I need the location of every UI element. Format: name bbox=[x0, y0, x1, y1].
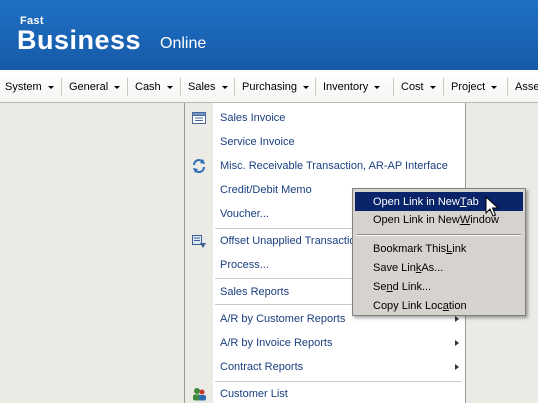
ctx-save-link[interactable]: Save Lin k As... bbox=[355, 258, 523, 277]
ctx-label: ab bbox=[466, 195, 479, 208]
menu-divider bbox=[180, 78, 181, 96]
chevron-down-icon bbox=[491, 85, 498, 89]
menu-divider bbox=[215, 381, 461, 382]
ctx-bookmark-link[interactable]: Bookmark This Link bbox=[355, 239, 523, 258]
ctx-label: Copy Link Loc bbox=[373, 299, 443, 312]
chevron-down-icon bbox=[221, 85, 228, 89]
menu-assets[interactable]: Asse bbox=[515, 71, 538, 103]
menu-purchasing[interactable]: Purchasing bbox=[242, 71, 310, 103]
menu-item-contract-reports[interactable]: Contract Reports bbox=[220, 358, 303, 376]
menu-item-ar-by-invoice[interactable]: A/R by Invoice Reports bbox=[220, 334, 333, 352]
ctx-label: d Link... bbox=[392, 280, 432, 293]
submenu-arrow-icon bbox=[455, 364, 459, 370]
ctx-label: As... bbox=[421, 261, 444, 274]
menu-inventory[interactable]: Inventory bbox=[323, 71, 381, 103]
menu-divider bbox=[315, 78, 316, 96]
invoice-icon bbox=[192, 112, 206, 124]
menu-general[interactable]: General bbox=[69, 71, 121, 103]
menu-divider bbox=[234, 78, 235, 96]
ctx-accesskey: W bbox=[459, 213, 471, 226]
menu-item-sales-reports[interactable]: Sales Reports bbox=[220, 283, 289, 301]
ctx-accesskey: T bbox=[459, 195, 467, 208]
menu-label: Asse bbox=[515, 81, 538, 93]
header-banner: Fast Business Online bbox=[0, 0, 538, 70]
menu-item-customer-list[interactable]: Customer List bbox=[220, 385, 288, 403]
ctx-send-link[interactable]: Se n d Link... bbox=[355, 277, 523, 296]
brand-name: Business bbox=[17, 25, 142, 55]
menu-divider bbox=[507, 78, 508, 96]
menu-label: Cost bbox=[401, 81, 424, 93]
browser-context-menu: Open Link in New Tab Open Link in New Wi… bbox=[352, 188, 526, 316]
ctx-label: Se bbox=[373, 280, 387, 293]
menu-label: Inventory bbox=[323, 81, 369, 93]
chevron-down-icon bbox=[166, 85, 173, 89]
menu-label: Cash bbox=[135, 81, 161, 93]
brand-suffix: Online bbox=[160, 35, 207, 52]
chevron-down-icon bbox=[303, 85, 310, 89]
menu-label: Purchasing bbox=[242, 81, 298, 93]
ctx-label: Open Link in New bbox=[373, 213, 460, 226]
menu-divider bbox=[443, 78, 444, 96]
menu-item-process[interactable]: Process... bbox=[220, 256, 269, 274]
menu-label: System bbox=[5, 81, 42, 93]
menu-divider bbox=[127, 78, 128, 96]
menu-cash[interactable]: Cash bbox=[135, 71, 173, 103]
chevron-down-icon bbox=[429, 85, 436, 89]
menu-cost[interactable]: Cost bbox=[401, 71, 436, 103]
ctx-label: Open Link in New bbox=[373, 195, 460, 208]
menu-item-voucher[interactable]: Voucher... bbox=[220, 205, 269, 223]
menu-system[interactable]: System bbox=[5, 71, 54, 103]
submenu-arrow-icon bbox=[455, 340, 459, 346]
menu-item-service-invoice[interactable]: Service Invoice bbox=[220, 133, 295, 151]
menu-project[interactable]: Project bbox=[451, 71, 498, 103]
menu-item-ar-by-customer[interactable]: A/R by Customer Reports bbox=[220, 310, 345, 328]
menu-sales[interactable]: Sales bbox=[188, 71, 228, 103]
refresh-icon bbox=[193, 159, 205, 173]
menu-divider bbox=[393, 78, 394, 96]
menu-item-offset-unapplied[interactable]: Offset Unapplied Transactio bbox=[220, 232, 356, 250]
menu-divider bbox=[357, 234, 521, 236]
submenu-arrow-icon bbox=[455, 316, 459, 322]
menu-label: Project bbox=[451, 81, 486, 93]
chevron-down-icon bbox=[114, 85, 121, 89]
customer-list-icon bbox=[193, 388, 206, 401]
offset-transactions-icon bbox=[192, 235, 206, 248]
menu-item-credit-debit-memo[interactable]: Credit/Debit Memo bbox=[220, 181, 312, 199]
menu-icon-gutter bbox=[185, 103, 213, 403]
menu-item-misc-receivable[interactable]: Misc. Receivable Transaction, AR-AP Inte… bbox=[220, 157, 448, 175]
menu-label: Sales bbox=[188, 81, 216, 93]
ctx-label: Bookmark This bbox=[373, 242, 447, 255]
menu-label: General bbox=[69, 81, 109, 93]
ctx-label: ink bbox=[452, 242, 467, 255]
chevron-down-icon bbox=[47, 85, 54, 89]
mouse-cursor-icon bbox=[485, 196, 499, 217]
chevron-down-icon bbox=[374, 85, 381, 89]
ctx-label: tion bbox=[448, 299, 467, 312]
ctx-copy-link-location[interactable]: Copy Link Loc a tion bbox=[355, 296, 523, 315]
ctx-label: Save Lin bbox=[373, 261, 416, 274]
menu-item-sales-invoice[interactable]: Sales Invoice bbox=[220, 109, 285, 127]
main-menubar: System General Cash Sales Purchasing Inv… bbox=[0, 70, 538, 103]
menu-divider bbox=[61, 78, 62, 96]
